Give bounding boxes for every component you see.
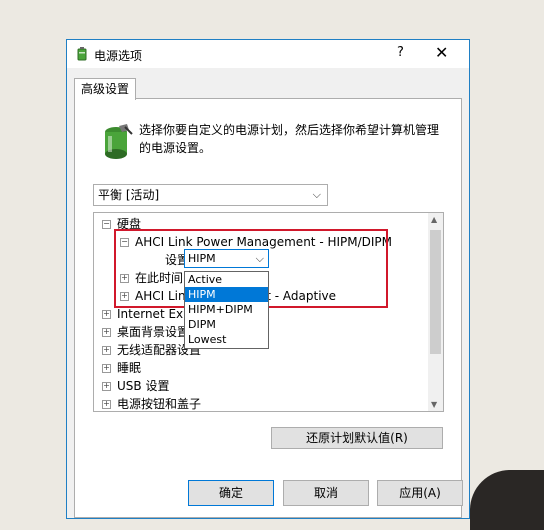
tree-item-desktop-background[interactable]: + 桌面背景设置 [102,323,189,341]
collapse-icon[interactable]: − [102,220,111,229]
collapse-icon[interactable]: − [120,238,129,247]
title-bar: 电源选项 ? ✕ [67,40,469,68]
expand-icon[interactable]: + [102,400,111,409]
power-plan-icon [105,124,133,159]
expand-icon[interactable]: + [120,274,129,283]
window-title: 电源选项 [94,49,143,63]
expand-icon[interactable]: + [102,328,111,337]
chevron-down-icon: ⌵ [312,188,321,201]
tree-item-usb-settings[interactable]: + USB 设置 [102,377,169,395]
desktop-background [470,470,544,530]
option-lowest[interactable]: Lowest [185,332,268,347]
chevron-down-icon: ⌵ [255,252,264,265]
setting-combo-value: HIPM [188,252,216,265]
tree-item-idle-timeout[interactable]: + 在此时间 [120,269,183,287]
setting-combo[interactable]: HIPM ⌵ [184,249,269,268]
power-plan-select[interactable]: 平衡 [活动] ⌵ [93,184,328,206]
option-active[interactable]: Active [185,272,268,287]
tree-scrollbar[interactable]: ▲ ▼ [428,213,443,411]
tree-item-sleep[interactable]: + 睡眠 [102,359,141,377]
expand-icon[interactable]: + [120,292,129,301]
scroll-down-icon[interactable]: ▼ [431,400,437,409]
option-dipm[interactable]: DIPM [185,317,268,332]
apply-button[interactable]: 应用(A) [377,480,463,506]
expand-icon[interactable]: + [102,346,111,355]
restore-defaults-button[interactable]: 还原计划默认值(R) [271,427,443,449]
tree-item-power-buttons[interactable]: + 电源按钮和盖子 [102,395,201,411]
description-text: 选择你要自定义的电源计划，然后选择你希望计算机管理的电源设置。 [139,123,440,155]
ok-button[interactable]: 确定 [188,480,274,506]
cancel-button[interactable]: 取消 [283,480,369,506]
tab-advanced-settings[interactable]: 高级设置 [74,78,137,100]
scroll-up-icon[interactable]: ▲ [431,215,437,224]
battery-icon [77,47,87,61]
expand-icon[interactable]: + [102,364,111,373]
help-button[interactable]: ? [397,45,404,60]
expand-icon[interactable]: + [102,310,111,319]
close-button[interactable]: ✕ [435,43,448,62]
tree-item-hard-disk[interactable]: − 硬盘 [102,215,141,233]
scroll-thumb[interactable] [430,230,441,354]
option-hipm-dipm[interactable]: HIPM+DIPM [185,302,268,317]
setting-dropdown-list[interactable]: Active HIPM HIPM+DIPM DIPM Lowest [184,271,269,349]
option-hipm[interactable]: HIPM [185,287,268,302]
expand-icon[interactable]: + [102,382,111,391]
power-plan-value: 平衡 [活动] [98,188,160,202]
